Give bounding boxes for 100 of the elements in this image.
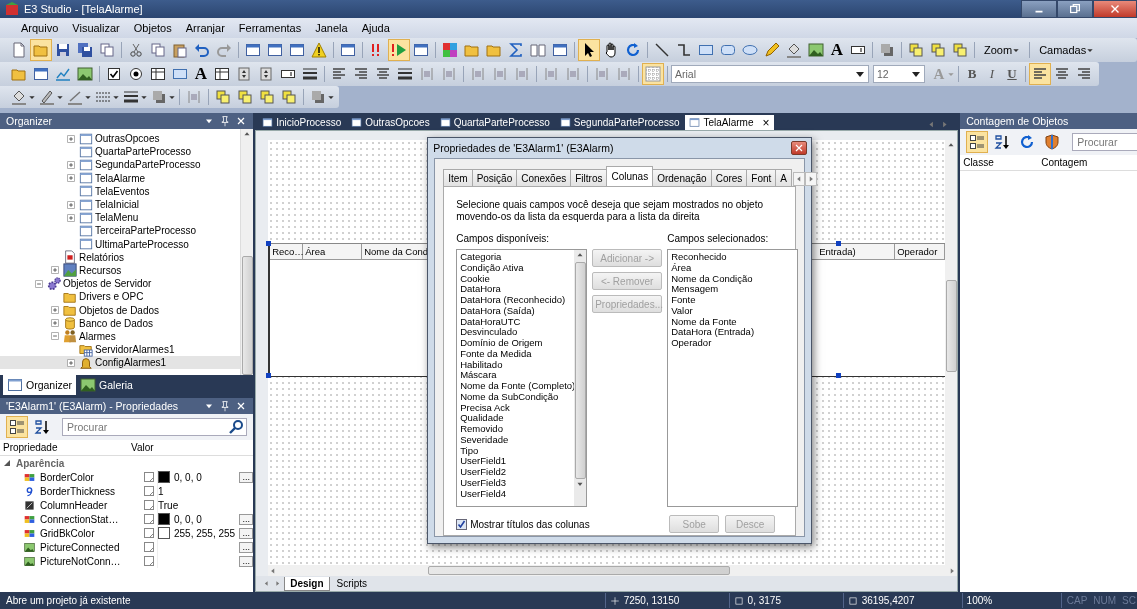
collapse-icon[interactable]: [4, 460, 10, 466]
expand-icon[interactable]: [65, 211, 77, 224]
align-left-icon[interactable]: [1029, 63, 1051, 85]
list-item[interactable]: Condição Ativa: [460, 262, 575, 274]
ellipsis-button[interactable]: ...: [239, 527, 254, 539]
menu-item[interactable]: Arquivo: [14, 20, 66, 36]
document-tab[interactable]: OutrasOpcoes: [347, 115, 434, 130]
list-item[interactable]: Nome da Fonte: [671, 316, 798, 328]
expand-icon[interactable]: [65, 158, 77, 171]
tree-item[interactable]: Banco de Dados: [79, 317, 153, 329]
label-tool-icon[interactable]: A: [191, 64, 211, 84]
list-item[interactable]: DataHoraUTC: [460, 316, 575, 328]
list-item[interactable]: Nome da Fonte (Completo): [460, 381, 575, 392]
scrollbar[interactable]: [240, 129, 254, 375]
tree-item[interactable]: TelaAlarme: [95, 172, 146, 184]
menu-item[interactable]: Objetos: [126, 20, 179, 36]
tree-item[interactable]: QuartaParteProcesso: [95, 146, 192, 158]
expand-icon[interactable]: [65, 198, 77, 211]
tree-item[interactable]: ServidorAlarmes1: [95, 344, 175, 356]
scroll-thumb[interactable]: [428, 566, 731, 575]
tree-item[interactable]: TelaInicial: [95, 199, 139, 211]
list-item[interactable]: Qualidade: [460, 413, 575, 424]
scroll-thumb[interactable]: [241, 256, 253, 375]
document-tab[interactable]: SegundaParteProcesso: [555, 115, 684, 130]
menu-item[interactable]: Visualizar: [65, 20, 127, 36]
available-fields-list[interactable]: [456, 249, 588, 507]
panel-tab[interactable]: Galeria: [76, 375, 137, 395]
list-item[interactable]: Fonte: [671, 295, 798, 306]
selected-fields-list[interactable]: Reconhecido Área Nome da Condição Mensagem Fonte Valor Nome da Fonte DataHora (Entrada) Operador: [667, 249, 799, 507]
pin-icon[interactable]: [219, 400, 232, 412]
document-tab[interactable]: QuartaParteProcesso: [435, 115, 554, 130]
scroll-thumb[interactable]: [945, 280, 957, 372]
categorized-list-icon[interactable]: [6, 416, 28, 438]
underline-button[interactable]: U: [1002, 64, 1022, 84]
list-item[interactable]: DataHora (Saída): [460, 305, 575, 317]
pin-icon[interactable]: [219, 115, 232, 127]
menu-item[interactable]: Arranjar: [178, 20, 232, 36]
pointer-icon[interactable]: [578, 39, 600, 61]
scroll-right-icon[interactable]: [805, 172, 818, 186]
list-item[interactable]: Mensagem: [671, 284, 798, 295]
dialog-tab[interactable]: Ordenação: [652, 169, 712, 186]
list-item[interactable]: Máscara: [460, 370, 575, 381]
menu-item[interactable]: Ferramentas: [231, 20, 309, 36]
dialog-tab[interactable]: Conexões: [516, 169, 572, 186]
view-tab[interactable]: Scripts: [331, 577, 373, 590]
expand-icon[interactable]: [65, 132, 77, 145]
ellipsis-button[interactable]: ...: [239, 471, 254, 483]
font-size-dropdown[interactable]: 12: [873, 65, 925, 83]
tree-item[interactable]: TerceiraParteProcesso: [95, 225, 197, 237]
selection-handle[interactable]: [836, 241, 842, 246]
list-item[interactable]: Domínio de Origem: [460, 338, 575, 349]
expand-icon[interactable]: [65, 172, 77, 185]
list-item[interactable]: DataHora (Entrada): [671, 327, 798, 338]
search-field[interactable]: Procurar: [1072, 133, 1137, 151]
list-item[interactable]: Cookie: [460, 273, 575, 285]
selection-handle[interactable]: [266, 241, 272, 246]
panel-tab[interactable]: Organizer: [3, 375, 77, 395]
ellipsis-button[interactable]: ...: [239, 513, 254, 525]
document-tab[interactable]: TelaAlarme ×: [685, 115, 774, 130]
list-item[interactable]: Removido: [460, 424, 575, 435]
tree-item[interactable]: Drivers e OPC: [79, 291, 144, 303]
list-item[interactable]: UserField3: [460, 477, 575, 489]
close-button[interactable]: [791, 141, 808, 155]
list-item[interactable]: Nome da Condição: [671, 273, 798, 285]
tree-item[interactable]: Recursos: [79, 264, 122, 276]
expand-icon[interactable]: [49, 304, 61, 317]
dialog-tab[interactable]: Colunas: [606, 166, 654, 186]
dialog-tab[interactable]: Posição: [471, 169, 518, 186]
list-item[interactable]: Precisa Ack: [460, 402, 575, 414]
dialog-tab[interactable]: Filtros: [570, 169, 608, 186]
close-button[interactable]: [1093, 0, 1137, 18]
tree-item[interactable]: TelaMenu: [95, 212, 139, 224]
tree-item[interactable]: UltimaParteProcesso: [95, 238, 189, 250]
expand-icon[interactable]: [49, 317, 61, 330]
list-item[interactable]: UserField1: [460, 456, 575, 467]
list-item[interactable]: Reconhecido: [671, 252, 798, 263]
list-item[interactable]: Habilitado: [460, 359, 575, 371]
play-icon[interactable]: [388, 39, 410, 61]
checkbox[interactable]: [456, 518, 468, 530]
tree-item[interactable]: SegundaParteProcesso: [95, 159, 201, 171]
ellipsis-button[interactable]: ...: [239, 555, 254, 567]
selection-handle[interactable]: [266, 373, 272, 378]
zoom-dropdown[interactable]: Zoom: [978, 42, 1027, 58]
ellipsis-button[interactable]: ...: [239, 541, 254, 553]
text-tool-icon[interactable]: A: [827, 40, 847, 60]
tree-item[interactable]: Alarmes: [79, 330, 116, 342]
tree-item[interactable]: Relatórios: [79, 251, 125, 263]
selection-handle[interactable]: [836, 373, 842, 378]
list-item[interactable]: DataHora: [460, 284, 575, 295]
tab-close-button[interactable]: ×: [762, 115, 770, 130]
tree-item[interactable]: OutrasOpcoes: [95, 133, 160, 145]
view-tab[interactable]: Design: [284, 576, 330, 591]
dialog-tab[interactable]: A: [775, 169, 793, 186]
tree-item[interactable]: Objetos de Servidor: [63, 278, 152, 290]
list-item[interactable]: Severidade: [460, 434, 575, 446]
list-item[interactable]: DataHora (Reconhecido): [460, 295, 575, 306]
scrollbar[interactable]: [574, 250, 587, 506]
list-item[interactable]: Desvinculado: [460, 327, 575, 338]
layers-dropdown[interactable]: Camadas: [1033, 42, 1101, 58]
list-item[interactable]: Nome da SubCondição: [460, 391, 575, 403]
